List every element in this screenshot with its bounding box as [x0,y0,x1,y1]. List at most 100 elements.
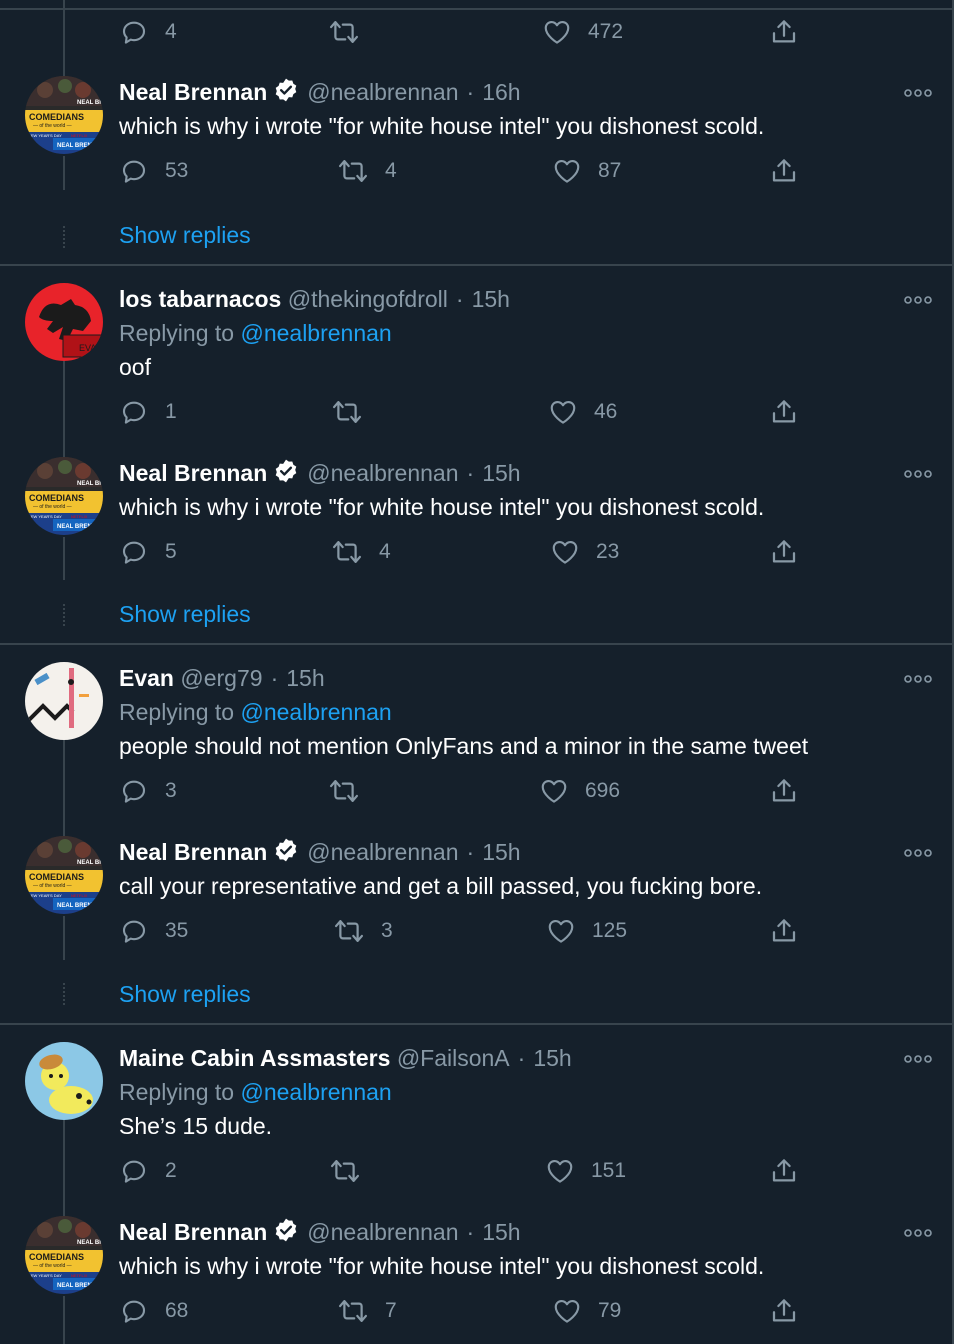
author-name[interactable]: Neal Brennan [119,1219,267,1245]
avatar-neal-top-text: NEAL BRENNAN [77,1240,103,1246]
avatar-neal-top-text: NEAL BRENNAN [77,100,103,106]
share-icon [769,776,799,806]
author-handle[interactable]: @erg79 [180,665,262,691]
reply-button[interactable]: 1 [119,397,177,427]
show-replies-link[interactable]: Show replies [119,599,251,629]
avatar[interactable] [25,662,103,740]
reply-button[interactable]: 53 [119,156,188,186]
like-button[interactable]: 125 [546,916,627,946]
retweet-button[interactable] [328,17,360,47]
share-button[interactable] [769,1296,799,1326]
replying-to-link[interactable]: @nealbrennan [240,699,391,725]
retweet-button[interactable] [328,776,360,806]
more-icon[interactable] [904,1226,932,1238]
retweet-button[interactable] [329,1156,361,1186]
author-name[interactable]: Evan [119,665,174,691]
like-button[interactable]: 472 [542,17,623,47]
reply-icon [119,537,149,567]
more-icon[interactable] [904,467,932,479]
verified-badge-icon [273,458,299,491]
thread-dots [63,604,67,626]
reply-button[interactable]: 35 [119,916,188,946]
replying-to: Replying to @nealbrennan [119,1077,392,1107]
timestamp[interactable]: 15h [533,1045,571,1071]
retweet-icon [337,1296,369,1326]
thread-line [63,740,65,836]
reply-button[interactable]: 4 [119,17,177,47]
author-name[interactable]: Maine Cabin Assmasters [119,1045,390,1071]
timestamp[interactable]: 16h [482,79,520,105]
author-handle[interactable]: @nealbrennan [307,79,458,105]
more-icon[interactable] [904,86,932,98]
replying-to-link[interactable]: @nealbrennan [240,1079,391,1105]
retweet-button[interactable] [331,397,363,427]
more-icon[interactable] [904,293,932,305]
share-button[interactable] [769,17,799,47]
thread-dots [63,983,67,1005]
timestamp[interactable]: 15h [482,460,520,486]
like-button[interactable]: 23 [550,537,619,567]
like-button[interactable]: 151 [545,1156,626,1186]
like-button[interactable]: 46 [548,397,617,427]
share-button[interactable] [769,537,799,567]
like-button[interactable]: 79 [552,1296,621,1326]
reply-button[interactable]: 2 [119,1156,177,1186]
share-button[interactable] [769,776,799,806]
retweet-count: 3 [381,919,393,942]
replie-count: 35 [165,919,189,942]
timestamp[interactable]: 15h [472,286,510,312]
avatar[interactable] [25,1042,103,1120]
verified-badge-icon [273,837,299,870]
author-handle[interactable]: @nealbrennan [307,839,458,865]
more-icon[interactable] [904,672,932,684]
show-replies-link[interactable]: Show replies [119,979,251,1009]
share-button[interactable] [769,916,799,946]
author-handle[interactable]: @nealbrennan [307,1219,458,1245]
heart-icon [539,776,569,806]
timestamp[interactable]: 15h [482,839,520,865]
share-button[interactable] [769,397,799,427]
more-icon[interactable] [904,846,932,858]
avatar[interactable]: NEAL BRENNAN COMEDIANS — of the world — … [25,76,103,154]
avatar-netflix-text: NETFLIX [71,133,88,138]
retweet-button[interactable]: 3 [333,916,393,946]
avatar[interactable]: NEAL BRENNAN COMEDIANS — of the world — … [25,1216,103,1294]
like-button[interactable]: 87 [552,156,621,186]
author-name[interactable]: Neal Brennan [119,79,267,105]
like-button[interactable]: 696 [539,776,620,806]
avatar[interactable]: NEAL BRENNAN COMEDIANS — of the world — … [25,457,103,535]
author-handle[interactable]: @thekingofdroll [288,286,448,312]
separator: · [466,1219,475,1245]
retweet-count: 7 [385,1299,397,1322]
timestamp[interactable]: 15h [286,665,324,691]
avatar-subtitle-text: — of the world — [33,123,72,129]
tweet-text: She’s 15 dude. [119,1113,273,1139]
replie-count: 1 [165,400,177,423]
avatar[interactable]: EVADE [25,283,103,361]
author-name[interactable]: Neal Brennan [119,460,267,486]
show-replies-link[interactable]: Show replies [119,220,251,250]
author-name[interactable]: Neal Brennan [119,839,267,865]
timestamp[interactable]: 15h [482,1219,520,1245]
share-button[interactable] [769,156,799,186]
replie-count: 2 [165,1159,177,1182]
avatar-comedians-text: COMEDIANS [29,112,84,122]
author-handle[interactable]: @FailsonA [397,1045,510,1071]
reply-button[interactable]: 5 [119,537,177,567]
like-count: 472 [588,20,624,43]
reply-button[interactable]: 68 [119,1296,188,1326]
author-name[interactable]: los tabarnacos [119,286,281,312]
more-icon[interactable] [904,1052,932,1064]
replying-to-link[interactable]: @nealbrennan [240,320,391,346]
retweet-button[interactable]: 4 [337,156,397,186]
tweet-text: call your representative and get a bill … [119,873,763,899]
retweet-button[interactable]: 4 [331,537,391,567]
tweet-text: which is why i wrote "for white house in… [119,1253,765,1279]
avatar[interactable]: NEAL BRENNAN COMEDIANS — of the world — … [25,836,103,914]
avatar-comedians-text: COMEDIANS [29,1252,84,1262]
share-button[interactable] [769,1156,799,1186]
avatar-comedians-text: COMEDIANS [29,872,84,882]
reply-button[interactable]: 3 [119,776,177,806]
retweet-button[interactable]: 7 [337,1296,397,1326]
author-handle[interactable]: @nealbrennan [307,460,458,486]
